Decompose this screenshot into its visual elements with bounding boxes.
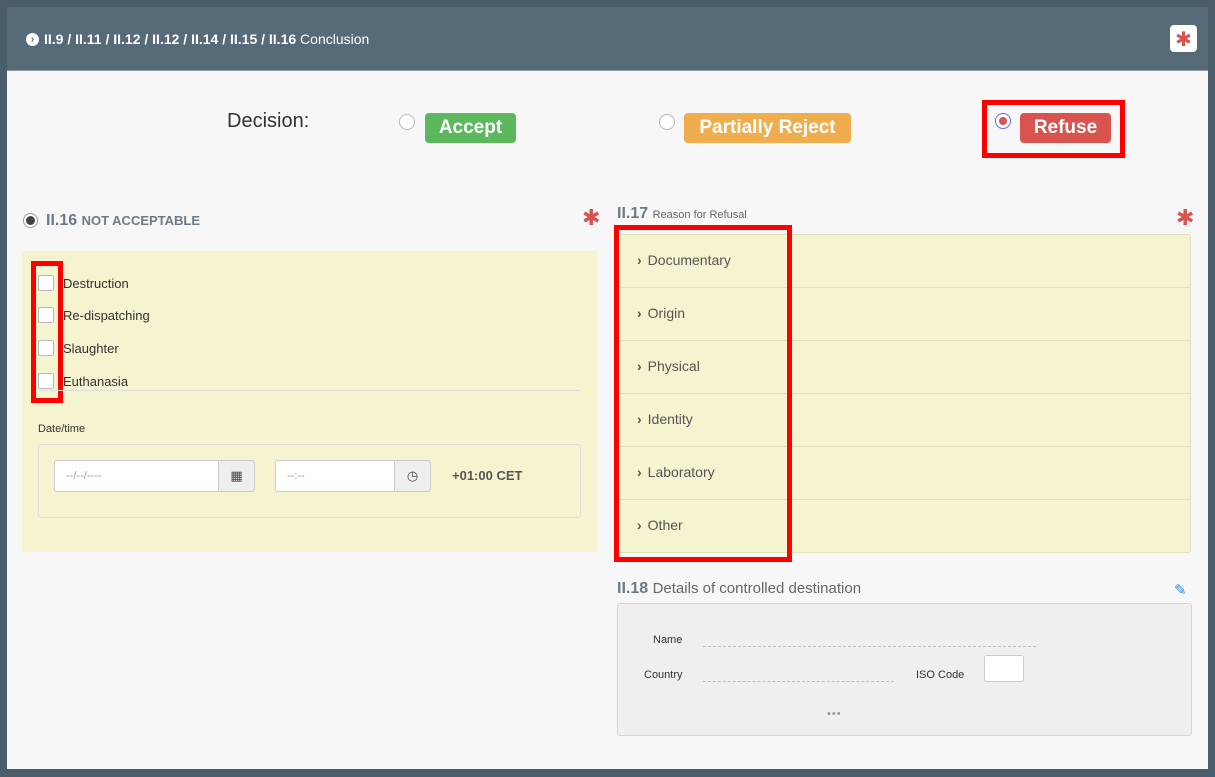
refusal-reason-code: II.17 [617, 205, 649, 222]
not-acceptable-label: NOT ACCEPTABLE [81, 213, 201, 228]
partially-reject-radio[interactable] [659, 114, 675, 130]
chevron-right-icon: › [26, 32, 39, 46]
decision-label: Decision: [227, 110, 310, 132]
iso-code-field[interactable] [984, 655, 1024, 682]
datetime-label: Date/time [38, 423, 86, 435]
more-ellipsis[interactable]: ••• [827, 708, 842, 720]
checkbox-label: Re-dispatching [63, 307, 150, 323]
accept-radio[interactable] [399, 114, 415, 130]
controlled-destination-title: II.18 Details of controlled destination [617, 580, 861, 598]
not-acceptable-radio[interactable] [23, 213, 38, 228]
clock-icon[interactable]: ◷ [394, 460, 431, 492]
breadcrumb: › II.9 / II.11 / II.12 / II.12 / II.14 /… [26, 31, 369, 47]
iso-code-label: ISO Code [916, 669, 965, 681]
refuse-radio[interactable] [995, 113, 1011, 129]
checkbox-label: Slaughter [63, 340, 119, 356]
controlled-destination-code: II.18 [617, 580, 649, 597]
required-asterisk-icon: ✱ [582, 205, 601, 230]
timezone-label: +01:00 CET [452, 468, 523, 483]
name-label: Name [653, 634, 683, 646]
checkbox-label: Euthanasia [63, 373, 129, 389]
time-input[interactable]: --:-- [275, 460, 396, 492]
country-field[interactable] [703, 681, 894, 682]
edit-icon[interactable]: ✎ [1174, 581, 1187, 599]
conclusion-panel: › II.9 / II.11 / II.12 / II.12 / II.14 /… [7, 7, 1208, 769]
not-acceptable-title: II.16 NOT ACCEPTABLE [46, 212, 200, 230]
country-label: Country [644, 669, 683, 681]
section-title: Conclusion [300, 31, 370, 47]
calendar-icon[interactable]: ▦ [218, 460, 255, 492]
refusal-reason-label: Reason for Refusal [652, 209, 747, 221]
refusal-reason-title: II.17 Reason for Refusal [617, 205, 747, 223]
checkbox-label: Destruction [63, 275, 129, 291]
controlled-destination-label: Details of controlled destination [652, 580, 862, 597]
divider [38, 390, 580, 391]
date-input[interactable]: --/--/---- [54, 460, 220, 492]
name-field[interactable] [703, 646, 1036, 647]
partially-reject-button[interactable]: Partially Reject [684, 113, 851, 143]
controlled-destination-box: Name Country ISO Code ••• [617, 603, 1192, 736]
required-asterisk-icon: ✱ [1176, 205, 1195, 230]
required-asterisk-button[interactable]: ✱ [1170, 25, 1197, 52]
reason-highlight-box [614, 225, 792, 562]
refuse-button[interactable]: Refuse [1020, 113, 1111, 143]
section-header[interactable]: › II.9 / II.11 / II.12 / II.12 / II.14 /… [7, 7, 1208, 71]
not-acceptable-code: II.16 [46, 212, 78, 229]
accept-button[interactable]: Accept [425, 113, 516, 143]
checkbox-highlight-box [31, 261, 63, 403]
breadcrumb-path: II.9 / II.11 / II.12 / II.12 / II.14 / I… [44, 31, 297, 47]
